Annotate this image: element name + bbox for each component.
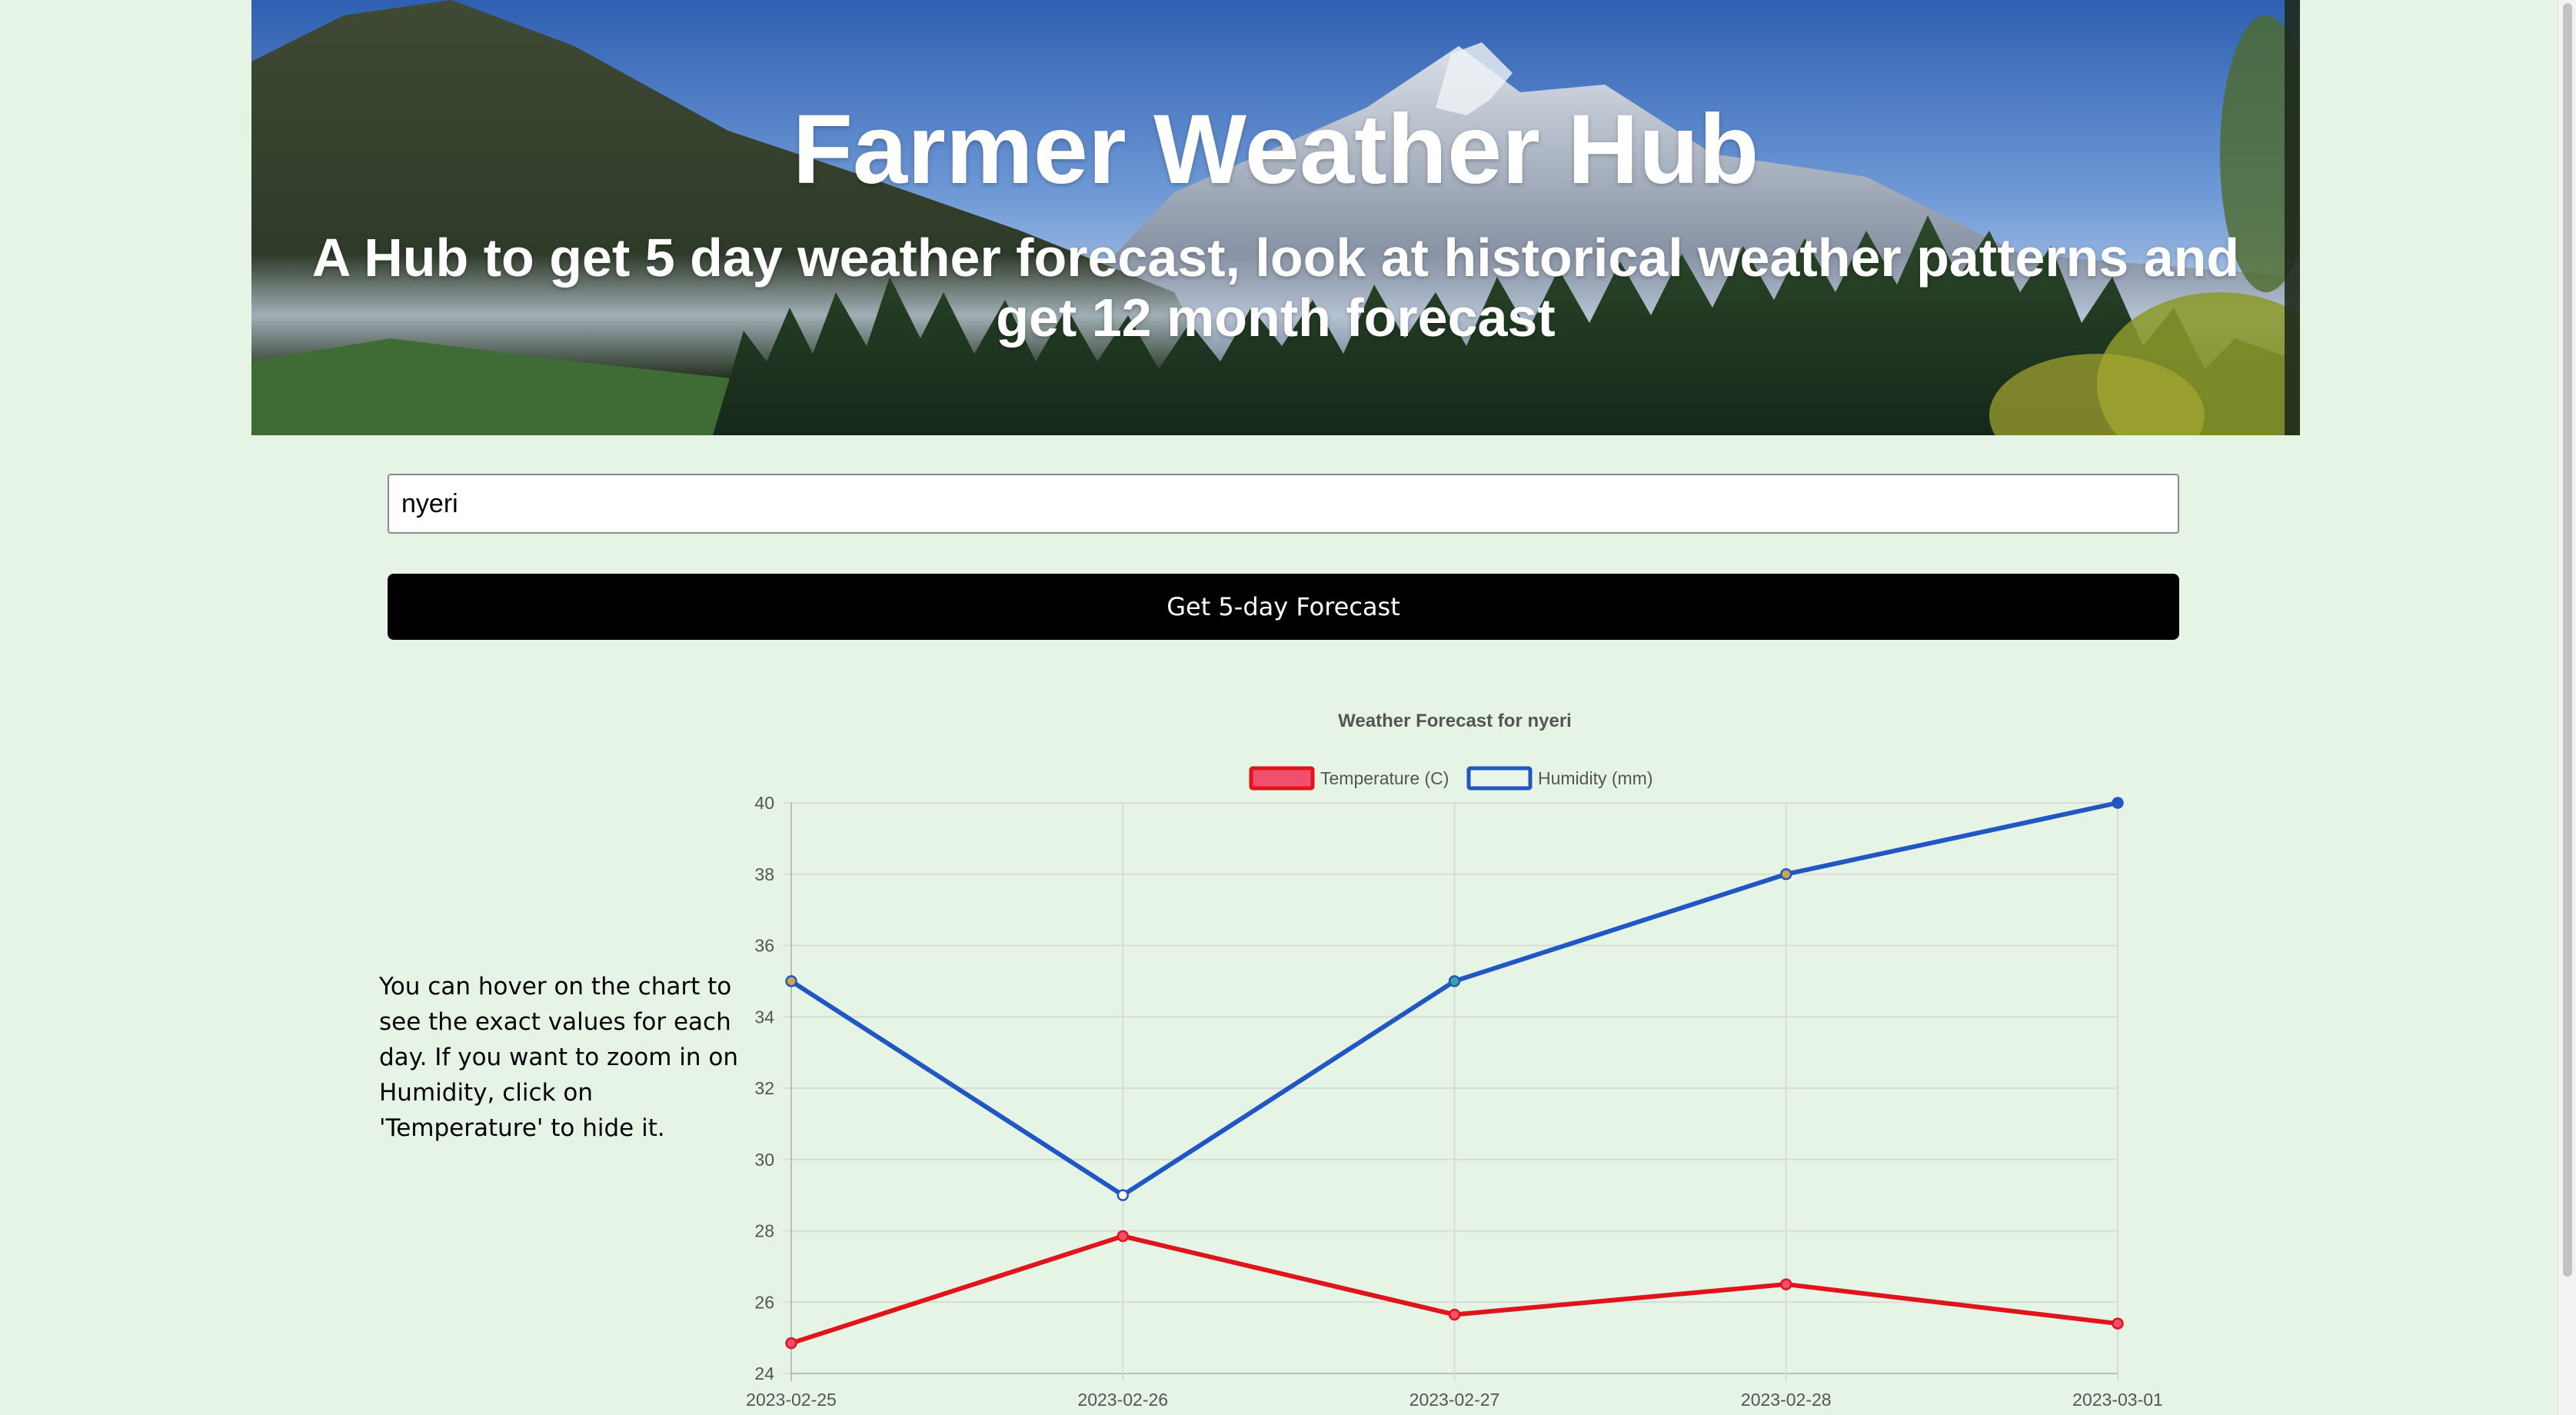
hero-banner: Farmer Weather Hub A Hub to get 5 day we… — [251, 0, 2300, 435]
data-point-humidity[interactable] — [1117, 1189, 1129, 1201]
chart-hint-text: You can hover on the chart to see the ex… — [379, 973, 738, 1142]
scrollbar-thumb[interactable] — [2563, 3, 2572, 1277]
page: Farmer Weather Hub A Hub to get 5 day we… — [0, 0, 2576, 1415]
y-tick-label: 32 — [754, 1078, 774, 1098]
y-axis-ticks: 24 26 28 30 32 34 36 38 40 — [754, 793, 774, 1383]
get-forecast-button[interactable]: Get 5-day Forecast — [388, 574, 2179, 640]
data-point-temperature[interactable] — [1117, 1230, 1129, 1243]
x-tick-label: 2023-02-28 — [1741, 1390, 1832, 1410]
y-tick-label: 26 — [754, 1292, 774, 1312]
data-point-temperature[interactable] — [785, 1337, 797, 1350]
data-point-humidity[interactable] — [1780, 868, 1792, 881]
chart-legend: Temperature (C) Humidity (mm) — [1249, 766, 1653, 791]
chart-title: Weather Forecast for nyeri — [1338, 711, 1572, 731]
y-tick-label: 36 — [754, 936, 774, 956]
x-tick-label: 2023-03-01 — [2072, 1390, 2163, 1410]
x-tick-label: 2023-02-25 — [746, 1390, 837, 1410]
data-point-temperature[interactable] — [1448, 1308, 1461, 1321]
data-point-temperature[interactable] — [1780, 1278, 1792, 1290]
x-tick-label: 2023-02-26 — [1077, 1390, 1168, 1410]
y-tick-label: 28 — [754, 1221, 774, 1241]
legend-swatch-temperature — [1249, 766, 1315, 791]
page-subtitle: A Hub to get 5 day weather forecast, loo… — [311, 228, 2240, 348]
mountain-landscape-image — [251, 0, 2300, 435]
y-tick-label: 34 — [754, 1007, 774, 1027]
y-tick-label: 30 — [754, 1150, 774, 1170]
chart-gridlines — [784, 802, 2118, 1381]
city-search-input[interactable] — [388, 474, 2179, 534]
data-point-humidity[interactable] — [1448, 975, 1461, 987]
legend-item-humidity[interactable]: Humidity (mm) — [1466, 766, 1653, 791]
x-axis-ticks: 2023-02-25 2023-02-26 2023-02-27 2023-02-28… — [746, 1390, 2163, 1410]
data-point-humidity[interactable] — [785, 975, 797, 987]
legend-label-humidity: Humidity (mm) — [1538, 768, 1653, 788]
y-tick-label: 40 — [754, 793, 774, 813]
data-point-temperature[interactable] — [2112, 1317, 2124, 1330]
y-tick-label: 38 — [754, 864, 774, 884]
page-title: Farmer Weather Hub — [792, 95, 1759, 205]
forecast-chart[interactable]: Weather Forecast for nyeri Temperature (… — [692, 692, 2230, 1415]
legend-item-temperature[interactable]: Temperature (C) — [1249, 766, 1449, 791]
data-point-humidity[interactable] — [2112, 797, 2124, 809]
y-tick-label: 24 — [754, 1363, 774, 1383]
legend-label-temperature: Temperature (C) — [1320, 768, 1449, 788]
legend-swatch-humidity — [1466, 766, 1533, 791]
x-tick-label: 2023-02-27 — [1409, 1390, 1500, 1410]
page-scrollbar[interactable] — [2558, 0, 2576, 1415]
